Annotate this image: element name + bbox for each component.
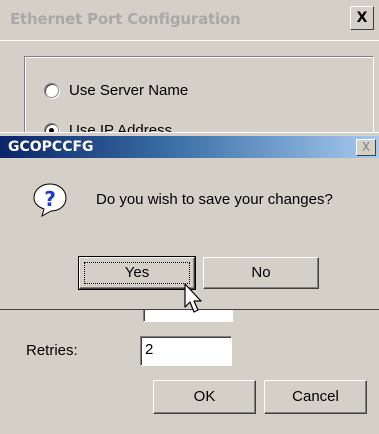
- window-title: Ethernet Port Configuration: [10, 10, 241, 28]
- dialog-close-button[interactable]: X: [356, 139, 376, 156]
- radio-button[interactable]: [44, 83, 59, 98]
- svg-text:?: ?: [44, 187, 56, 211]
- dialog-titlebar: GCOPCCFG X: [0, 136, 379, 158]
- yes-button[interactable]: Yes: [78, 256, 196, 290]
- radio-use-server-name[interactable]: Use Server Name: [44, 82, 188, 99]
- mouse-pointer-icon: [184, 283, 202, 313]
- window-close-button[interactable]: X: [350, 6, 374, 30]
- retries-input[interactable]: 2: [140, 336, 232, 366]
- radio-label: Use Server Name: [69, 82, 189, 99]
- window-titlebar: Ethernet Port Configuration X: [0, 0, 379, 41]
- focus-rect: [84, 262, 190, 284]
- ok-button[interactable]: OK: [153, 380, 256, 414]
- dialog-title: GCOPCCFG: [8, 139, 94, 155]
- cancel-button[interactable]: Cancel: [264, 380, 367, 414]
- no-button[interactable]: No: [203, 257, 319, 289]
- question-icon: ?: [33, 183, 67, 217]
- retries-label: Retries:: [26, 342, 78, 359]
- dialog-message: Do you wish to save your changes?: [96, 191, 333, 208]
